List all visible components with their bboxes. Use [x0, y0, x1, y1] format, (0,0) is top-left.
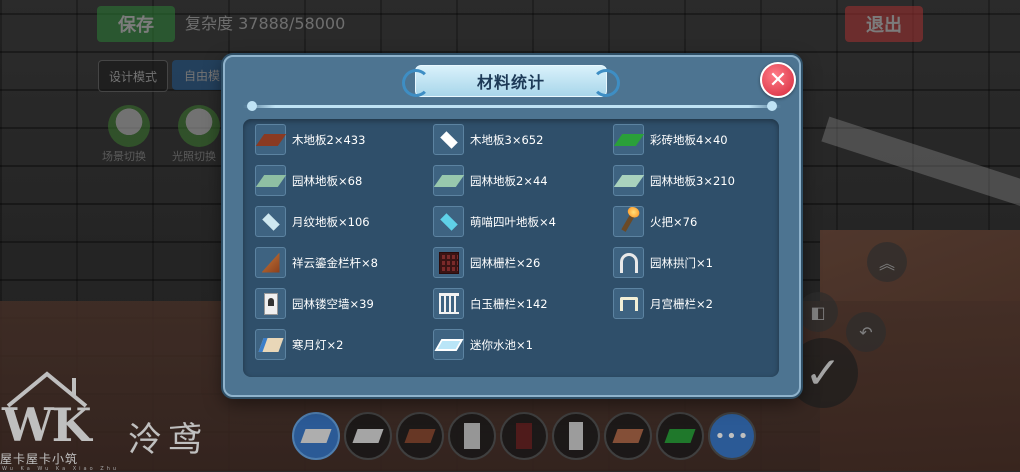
material-label: 月纹地板×106 [292, 214, 370, 229]
torch-icon [613, 206, 644, 237]
material-item: 园林拱门×1 [613, 247, 773, 278]
hollow-wall-swatch [263, 292, 278, 315]
material-label: 园林栅栏×26 [470, 255, 541, 270]
material-item: 木地板3×652 [433, 124, 613, 155]
material-label: 木地板2×433 [292, 132, 366, 147]
clover-floor-swatch [439, 212, 458, 231]
material-label: 园林拱门×1 [650, 255, 713, 270]
pool-icon [433, 329, 464, 360]
divider-dot [247, 101, 257, 111]
material-item: 木地板2×433 [255, 124, 433, 155]
white-floor-icon [433, 124, 464, 155]
material-label: 月宫栅栏×2 [650, 296, 713, 311]
material-label: 寒月灯×2 [292, 337, 344, 352]
material-item: 月纹地板×106 [255, 206, 433, 237]
material-label: 火把×76 [650, 214, 698, 229]
fence-icon [433, 247, 464, 278]
material-item: 彩砖地板4×40 [613, 124, 773, 155]
material-item: 月宫栅栏×2 [613, 288, 773, 319]
dialog-title-plate: 材料统计 [402, 65, 607, 97]
moon-floor-icon [255, 206, 286, 237]
torch-swatch [621, 211, 636, 232]
material-item: 园林地板×68 [255, 165, 433, 196]
jade-railing-swatch [438, 293, 459, 314]
gold-railing-swatch [261, 252, 280, 273]
material-item: 寒月灯×2 [255, 329, 433, 360]
material-item: 白玉栅栏×142 [433, 288, 613, 319]
material-label: 祥云鎏金栏杆×8 [292, 255, 378, 270]
close-button[interactable]: ✕ [760, 62, 796, 98]
clover-floor-icon [433, 206, 464, 237]
material-item: 萌喵四叶地板×4 [433, 206, 613, 237]
white-floor-swatch [439, 130, 458, 149]
divider-dot [767, 101, 777, 111]
material-label: 园林地板2×44 [470, 173, 548, 188]
wood-floor-icon [255, 124, 286, 155]
lamp-icon [255, 329, 286, 360]
garden-floor-icon [255, 165, 286, 196]
arch-swatch [619, 252, 638, 273]
material-item: 迷你水池×1 [433, 329, 613, 360]
garden-floor-icon [613, 165, 644, 196]
pool-swatch [434, 338, 463, 351]
arch-icon [613, 247, 644, 278]
material-stats-dialog: 材料统计 ✕ 木地板2×433 木地板3×652 彩砖地板4×40 园林地板×6… [223, 55, 801, 397]
gold-railing-icon [255, 247, 286, 278]
green-tile-swatch [613, 133, 644, 146]
material-item: 园林栅栏×26 [433, 247, 613, 278]
material-label: 彩砖地板4×40 [650, 132, 728, 147]
material-label: 萌喵四叶地板×4 [470, 214, 556, 229]
close-icon: ✕ [768, 67, 788, 93]
material-label: 迷你水池×1 [470, 337, 533, 352]
garden-floor-icon [433, 165, 464, 196]
material-label: 木地板3×652 [470, 132, 544, 147]
green-tile-icon [613, 124, 644, 155]
title-divider [243, 101, 781, 111]
material-label: 园林地板×68 [292, 173, 363, 188]
material-item: 祥云鎏金栏杆×8 [255, 247, 433, 278]
material-label: 园林镂空墙×39 [292, 296, 374, 311]
materials-panel: 木地板2×433 木地板3×652 彩砖地板4×40 园林地板×68 园林地板2… [243, 119, 779, 377]
material-item: 园林地板3×210 [613, 165, 773, 196]
dialog-title: 材料统计 [476, 73, 545, 92]
moon-gate-icon [613, 288, 644, 319]
lamp-swatch [257, 337, 284, 352]
moon-floor-swatch [261, 212, 280, 231]
materials-grid: 木地板2×433 木地板3×652 彩砖地板4×40 园林地板×68 园林地板2… [255, 124, 775, 360]
garden-floor-swatch [255, 174, 286, 187]
hollow-wall-icon [255, 288, 286, 319]
material-item: 园林地板2×44 [433, 165, 613, 196]
moon-gate-swatch [619, 296, 638, 311]
material-item: 园林镂空墙×39 [255, 288, 433, 319]
material-item: 火把×76 [613, 206, 773, 237]
jade-railing-icon [433, 288, 464, 319]
wood-floor-swatch [255, 133, 286, 146]
garden-floor-swatch [433, 174, 464, 187]
material-label: 白玉栅栏×142 [470, 296, 548, 311]
garden-floor-swatch [613, 174, 644, 187]
fence-swatch [438, 251, 459, 274]
material-label: 园林地板3×210 [650, 173, 735, 188]
